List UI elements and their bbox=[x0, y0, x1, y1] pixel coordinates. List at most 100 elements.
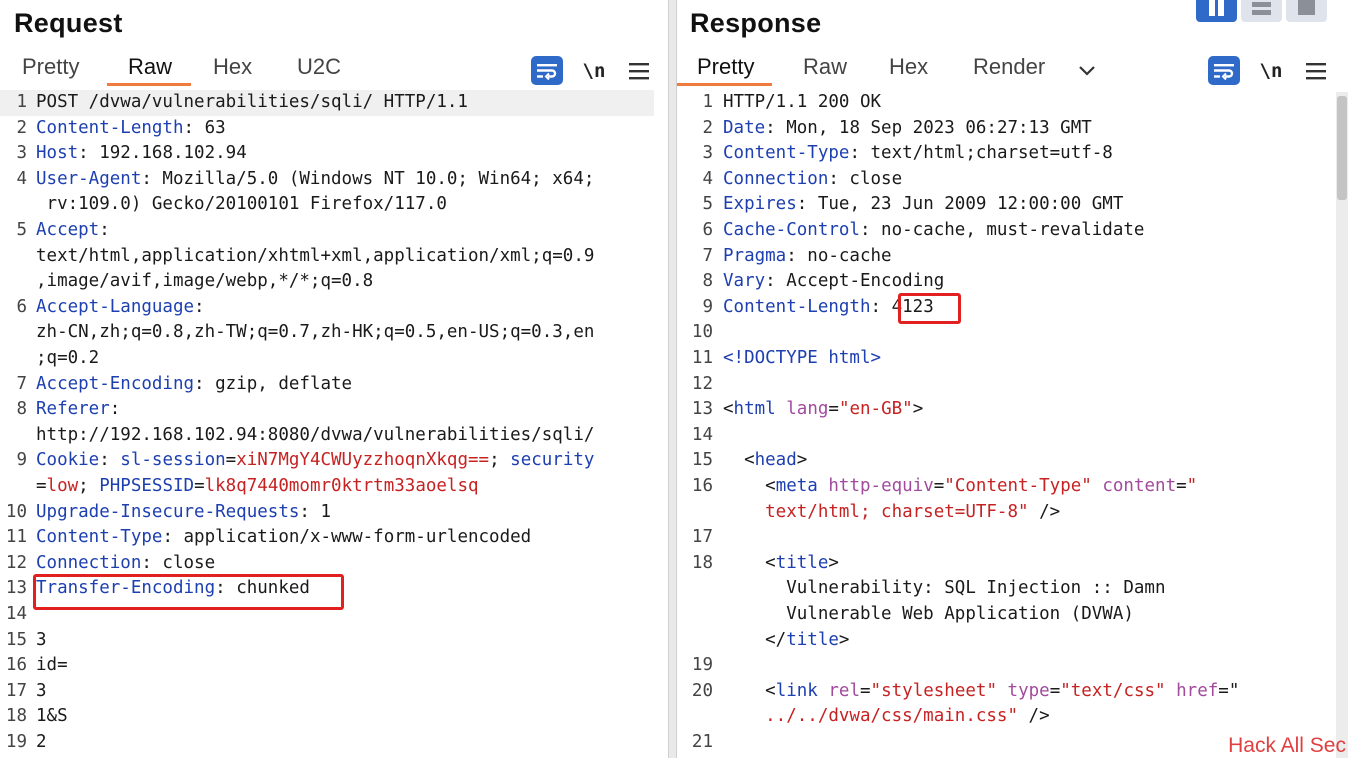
response-scrollbar[interactable] bbox=[1336, 92, 1348, 758]
line-number: 20 bbox=[691, 680, 713, 701]
response-tab-raw[interactable]: Raw bbox=[803, 54, 847, 80]
transfer-encoding-highlight bbox=[33, 574, 344, 610]
code-token: =" bbox=[1218, 680, 1240, 701]
request-tab-pretty[interactable]: Pretty bbox=[22, 54, 79, 80]
request-code-line[interactable]: 18 1&S bbox=[0, 704, 654, 730]
response-code-line[interactable]: 16 <meta http-equiv="Content-Type" conte… bbox=[677, 474, 1336, 500]
response-code-line[interactable]: 19 bbox=[677, 653, 1336, 679]
response-scrollbar-thumb[interactable] bbox=[1337, 96, 1347, 200]
response-code-line[interactable]: 8 Vary: Accept-Encoding bbox=[677, 269, 1336, 295]
request-code-line[interactable]: 15 3 bbox=[0, 628, 654, 654]
request-code-line[interactable]: 12 Connection: close bbox=[0, 551, 654, 577]
request-code-line[interactable]: 8 Referer: bbox=[0, 397, 654, 423]
code-token: < bbox=[723, 552, 776, 573]
code-token: > bbox=[838, 629, 850, 650]
line-number: 11 bbox=[691, 348, 713, 368]
layout-split-horizontal-button[interactable] bbox=[1241, 0, 1282, 22]
response-code-line[interactable]: </title> bbox=[677, 628, 1336, 654]
request-code-line[interactable]: 9 Cookie: sl-session=xiN7MgY4CWUyzzhoqnXk… bbox=[0, 448, 654, 474]
line-number: 15 bbox=[5, 629, 27, 650]
response-code-line[interactable]: 4 Connection: close bbox=[677, 167, 1336, 193]
request-code-line[interactable]: 11 Content-Type: application/x-www-form-u… bbox=[0, 525, 654, 551]
request-code-line[interactable]: rv:109.0) Gecko/20100101 Firefox/117.0 bbox=[0, 192, 654, 218]
request-tab-u2c[interactable]: U2C bbox=[297, 54, 341, 80]
response-code-line[interactable]: 15 <head> bbox=[677, 448, 1336, 474]
code-token: type bbox=[1007, 680, 1050, 701]
line-number: 8 bbox=[16, 399, 27, 420]
code-token: "en-GB" bbox=[838, 399, 913, 420]
line-code: Upgrade-Insecure-Requests: 1 bbox=[36, 500, 331, 526]
response-code-line[interactable]: 18 <title> bbox=[677, 551, 1336, 577]
request-code-line[interactable]: 1 POST /dvwa/vulnerabilities/sqli/ HTTP/1… bbox=[0, 90, 654, 116]
response-code-line[interactable]: 10 bbox=[677, 320, 1336, 346]
panel-divider[interactable] bbox=[668, 0, 677, 758]
request-code-line[interactable]: 10 Upgrade-Insecure-Requests: 1 bbox=[0, 500, 654, 526]
response-newline-toggle[interactable]: \n bbox=[1258, 56, 1284, 86]
request-tab-raw[interactable]: Raw bbox=[128, 54, 172, 80]
request-editor[interactable]: 1 POST /dvwa/vulnerabilities/sqli/ HTTP/1… bbox=[0, 90, 668, 758]
response-code-line[interactable]: 9 Content-Length: 4123 bbox=[677, 295, 1336, 321]
request-tab-hex[interactable]: Hex bbox=[213, 54, 252, 80]
code-token: Accept-Language bbox=[36, 296, 195, 317]
request-code-line[interactable]: ;q=0.2 bbox=[0, 346, 654, 372]
request-code-line[interactable]: text/html,application/xhtml+xml,applicat… bbox=[0, 244, 654, 270]
request-wrap-toggle-button[interactable] bbox=[531, 56, 563, 85]
response-code-line[interactable]: 14 bbox=[677, 423, 1336, 449]
code-token: : 1 bbox=[299, 501, 332, 522]
code-token: Connection bbox=[36, 552, 142, 573]
response-code-line[interactable]: 13 <html lang="en-GB"> bbox=[677, 397, 1336, 423]
response-code-line[interactable]: 2 Date: Mon, 18 Sep 2023 06:27:13 GMT bbox=[677, 116, 1336, 142]
line-number: 4 bbox=[702, 168, 713, 189]
response-code-line[interactable]: Vulnerability: SQL Injection :: Damn bbox=[677, 576, 1336, 602]
code-token: head bbox=[754, 450, 797, 471]
code-token: Content-Type bbox=[723, 143, 850, 164]
response-code-line[interactable]: 5 Expires: Tue, 23 Jun 2009 12:00:00 GMT bbox=[677, 192, 1336, 218]
request-code-line[interactable]: =low; PHPSESSID=lk8q7440momr0ktrtm33aoel… bbox=[0, 474, 654, 500]
response-active-tab-indicator bbox=[677, 83, 772, 86]
code-token: ../../dvwa/css/main.css" bbox=[723, 706, 1019, 727]
response-code-line[interactable]: text/html; charset=UTF-8" /> bbox=[677, 500, 1336, 526]
request-code-line[interactable]: 16 id= bbox=[0, 653, 654, 679]
request-code-line[interactable]: 4 User-Agent: Mozilla/5.0 (Windows NT 10.… bbox=[0, 167, 654, 193]
response-editor[interactable]: 1 HTTP/1.1 200 OK 2 Date: Mon, 18 Sep 2023 … bbox=[677, 90, 1350, 758]
request-code-line[interactable]: zh-CN,zh;q=0.8,zh-TW;q=0.7,zh-HK;q=0.5,e… bbox=[0, 320, 654, 346]
code-token: text/html,application/xhtml+xml,applicat… bbox=[36, 245, 595, 266]
code-token: Content-Length bbox=[723, 296, 871, 317]
request-code-line[interactable]: 5 Accept: bbox=[0, 218, 654, 244]
request-code-line[interactable]: http://192.168.102.94:8080/dvwa/vulnerab… bbox=[0, 423, 654, 449]
response-code-line[interactable]: 20 <link rel="stylesheet" type="text/css… bbox=[677, 679, 1336, 705]
request-newline-toggle[interactable]: \n bbox=[581, 56, 607, 86]
response-code-line[interactable]: 6 Cache-Control: no-cache, must-revalidat… bbox=[677, 218, 1336, 244]
response-code-line[interactable]: 17 bbox=[677, 525, 1336, 551]
response-code-line[interactable]: 7 Pragma: no-cache bbox=[677, 244, 1336, 270]
response-code-line[interactable]: 12 bbox=[677, 372, 1336, 398]
response-code-line[interactable]: ../../dvwa/css/main.css" /> bbox=[677, 704, 1336, 730]
code-token: ; bbox=[78, 476, 100, 496]
code-token: /> bbox=[1018, 706, 1050, 727]
layout-split-vertical-button[interactable] bbox=[1196, 0, 1237, 22]
request-code-line[interactable]: ,image/avif,image/webp,*/*;q=0.8 bbox=[0, 269, 654, 295]
response-tab-render[interactable]: Render bbox=[973, 54, 1045, 80]
request-code-line[interactable]: 6 Accept-Language: bbox=[0, 295, 654, 321]
request-title: Request bbox=[14, 8, 123, 38]
response-code-line[interactable]: 1 HTTP/1.1 200 OK bbox=[677, 90, 1336, 116]
code-token: "stylesheet" bbox=[870, 680, 997, 701]
request-code-line[interactable]: 17 3 bbox=[0, 679, 654, 705]
code-token: /> bbox=[1028, 501, 1061, 522]
response-menu-icon[interactable] bbox=[1304, 56, 1328, 86]
request-code-line[interactable]: 2 Content-Length: 63 bbox=[0, 116, 654, 142]
response-code-line[interactable]: 11 <!DOCTYPE html> bbox=[677, 346, 1336, 372]
response-wrap-toggle-button[interactable] bbox=[1208, 56, 1240, 85]
response-tab-hex[interactable]: Hex bbox=[889, 54, 928, 80]
request-code-line[interactable]: 7 Accept-Encoding: gzip, deflate bbox=[0, 372, 654, 398]
request-code-line[interactable]: 3 Host: 192.168.102.94 bbox=[0, 141, 654, 167]
request-code-line[interactable]: 19 2 bbox=[0, 730, 654, 756]
chevron-down-icon[interactable] bbox=[1075, 56, 1099, 86]
response-code-line[interactable]: 3 Content-Type: text/html;charset=utf-8 bbox=[677, 141, 1336, 167]
layout-single-button[interactable] bbox=[1286, 0, 1327, 22]
line-code: Connection: close bbox=[723, 167, 902, 193]
response-code-line[interactable]: Vulnerable Web Application (DVWA) bbox=[677, 602, 1336, 628]
response-tab-pretty[interactable]: Pretty bbox=[697, 54, 754, 80]
request-menu-icon[interactable] bbox=[627, 56, 651, 86]
